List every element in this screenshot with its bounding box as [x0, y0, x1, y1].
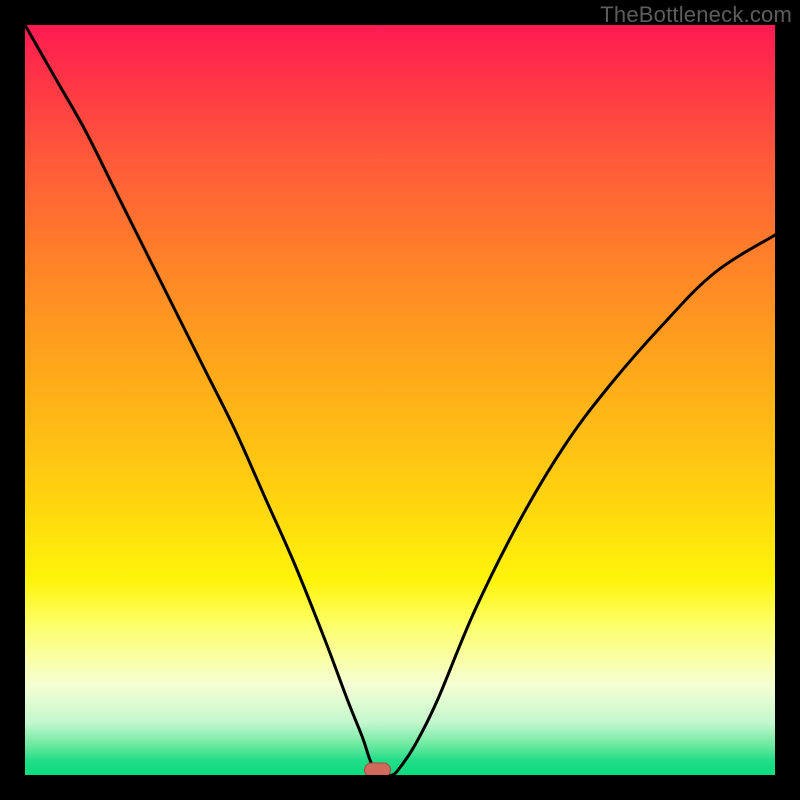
- watermark-text: TheBottleneck.com: [600, 2, 792, 28]
- bottleneck-curve: [25, 25, 775, 775]
- minimum-marker: [365, 763, 391, 775]
- chart-svg: [25, 25, 775, 775]
- chart-frame: [0, 0, 800, 800]
- plot-area: [25, 25, 775, 775]
